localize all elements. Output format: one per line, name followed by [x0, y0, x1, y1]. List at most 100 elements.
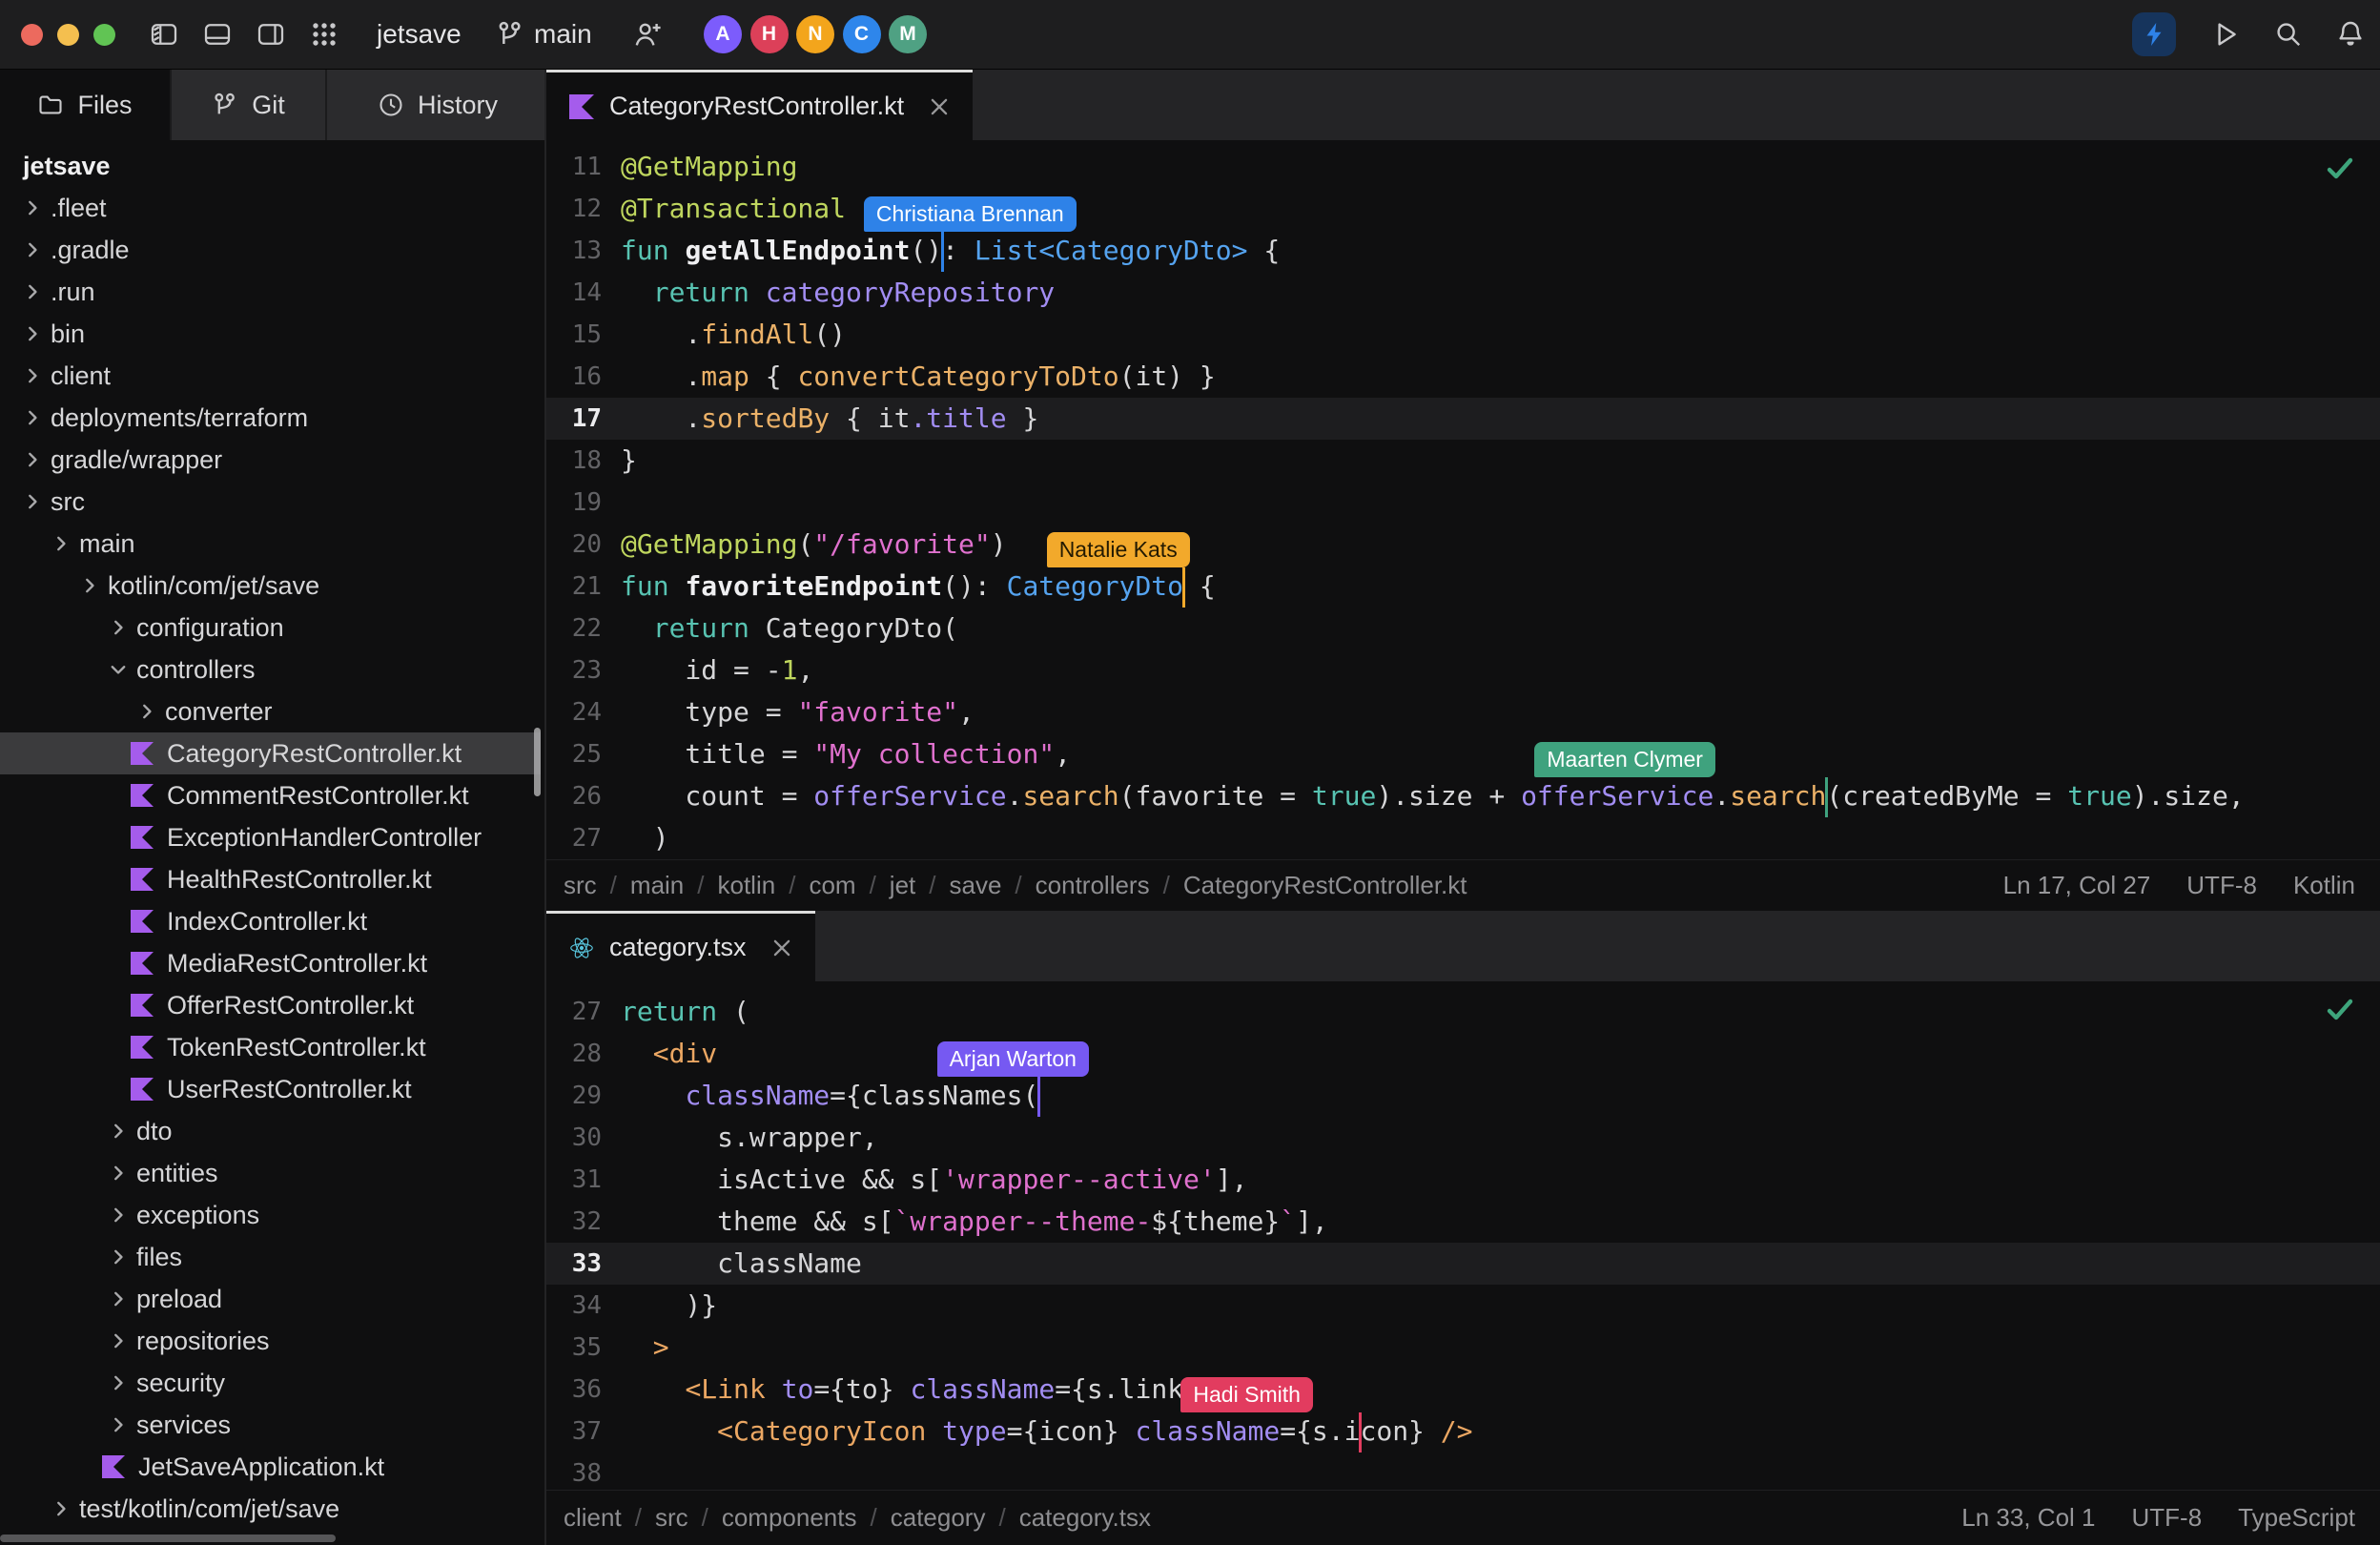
breadcrumb-segment[interactable]: src — [655, 1503, 688, 1533]
chevron-right-icon[interactable] — [108, 1163, 129, 1184]
code-line[interactable]: 22 return CategoryDto( — [546, 608, 2380, 649]
chevron-right-icon[interactable] — [51, 533, 72, 554]
breadcrumb[interactable]: client/src/components/category/category.… — [564, 1503, 1151, 1533]
tree-item-src[interactable]: src — [0, 481, 541, 523]
code-line[interactable]: 21fun favoriteEndpoint(): CategoryDto {N… — [546, 566, 2380, 608]
avatar[interactable]: C — [843, 15, 881, 53]
sidebar-tab-files[interactable]: Files — [0, 70, 170, 140]
chevron-right-icon[interactable] — [22, 365, 43, 386]
code-line[interactable]: 36 <Link to={to} className={s.link}> — [546, 1369, 2380, 1411]
tree-item-offerrestcontroller-kt[interactable]: OfferRestController.kt — [0, 984, 541, 1026]
tree-item-deployments-terraform[interactable]: deployments/terraform — [0, 397, 541, 439]
tree-root[interactable]: jetsave — [0, 145, 541, 187]
breadcrumb-segment[interactable]: jet — [890, 871, 915, 900]
tree-item-converter[interactable]: converter — [0, 690, 541, 732]
code-line[interactable]: 27 ) — [546, 817, 2380, 859]
chevron-right-icon[interactable] — [22, 323, 43, 344]
tree-item-exceptionhandlercontroller[interactable]: ExceptionHandlerController — [0, 816, 541, 858]
toggle-right-panel-icon[interactable] — [256, 20, 285, 49]
chevron-right-icon[interactable] — [108, 1205, 129, 1226]
tree-item-bin[interactable]: bin — [0, 313, 541, 355]
code-line[interactable]: 32 theme && s[`wrapper--theme-${theme}`]… — [546, 1201, 2380, 1243]
tree-item-repositories[interactable]: repositories — [0, 1320, 541, 1362]
chevron-right-icon[interactable] — [108, 1372, 129, 1393]
chevron-right-icon[interactable] — [22, 197, 43, 218]
code-line[interactable]: 25 title = "My collection", — [546, 733, 2380, 775]
tree-item-categoryrestcontroller-kt[interactable]: CategoryRestController.kt — [0, 732, 541, 774]
tree-item-controllers[interactable]: controllers — [0, 649, 541, 690]
chevron-right-icon[interactable] — [108, 1330, 129, 1351]
code-line[interactable]: 26 count = offerService.search(favorite … — [546, 775, 2380, 817]
close-icon[interactable] — [929, 96, 950, 117]
tree-item-gradle-wrapper[interactable]: gradle/wrapper — [0, 439, 541, 481]
tree-item-preload[interactable]: preload — [0, 1278, 541, 1320]
code-line[interactable]: 33 className — [546, 1243, 2380, 1285]
chevron-right-icon[interactable] — [108, 1246, 129, 1267]
tree-item-kotlin-com-jet-save[interactable]: kotlin/com/jet/save — [0, 565, 541, 607]
chevron-right-icon[interactable] — [22, 239, 43, 260]
tree-item-commentrestcontroller-kt[interactable]: CommentRestController.kt — [0, 774, 541, 816]
code-line[interactable]: 27return ( — [546, 991, 2380, 1033]
code-line[interactable]: 14 return categoryRepository — [546, 272, 2380, 314]
sidebar-horizontal-scrollbar[interactable] — [0, 1535, 336, 1542]
tab-category-rest-controller[interactable]: CategoryRestController.kt — [546, 70, 973, 140]
minimize-window-button[interactable] — [57, 24, 79, 46]
code-line[interactable]: 18} — [546, 440, 2380, 482]
avatar[interactable]: N — [796, 15, 834, 53]
code-line[interactable]: 12@Transactional — [546, 188, 2380, 230]
tree-item-tokenrestcontroller-kt[interactable]: TokenRestController.kt — [0, 1026, 541, 1068]
avatar[interactable]: M — [889, 15, 927, 53]
tree-item-files[interactable]: files — [0, 1236, 541, 1278]
tab-category-tsx[interactable]: category.tsx — [546, 911, 815, 981]
code-line[interactable]: 19 — [546, 482, 2380, 524]
status-item[interactable]: Kotlin — [2293, 871, 2355, 900]
apps-grid-icon[interactable] — [310, 20, 339, 49]
close-window-button[interactable] — [21, 24, 43, 46]
breadcrumb-segment[interactable]: category.tsx — [1019, 1503, 1151, 1533]
notifications-bell-icon[interactable] — [2335, 19, 2364, 48]
status-item[interactable]: UTF-8 — [2132, 1503, 2203, 1533]
code-line[interactable]: 29 className={classNames(Arjan Warton — [546, 1075, 2380, 1117]
run-icon[interactable] — [2210, 19, 2239, 48]
tree-item-test-kotlin-com-jet-save[interactable]: test/kotlin/com/jet/save — [0, 1488, 541, 1530]
tree-item-dto[interactable]: dto — [0, 1110, 541, 1152]
status-item[interactable]: UTF-8 — [2186, 871, 2257, 900]
tree-item-jetsaveapplication-kt[interactable]: JetSaveApplication.kt — [0, 1446, 541, 1488]
sidebar-tab-history[interactable]: History — [325, 70, 548, 140]
breadcrumb-segment[interactable]: CategoryRestController.kt — [1183, 871, 1467, 900]
chevron-right-icon[interactable] — [108, 1121, 129, 1142]
status-info[interactable]: Ln 33, Col 1UTF-8TypeScript — [1961, 1503, 2355, 1533]
avatar[interactable]: A — [704, 15, 742, 53]
code-line[interactable]: 23 id = -1, — [546, 649, 2380, 691]
breadcrumb[interactable]: src/main/kotlin/com/jet/save/controllers… — [564, 871, 1467, 900]
breadcrumb-segment[interactable]: controllers — [1036, 871, 1150, 900]
chevron-right-icon[interactable] — [22, 281, 43, 302]
tree-item-security[interactable]: security — [0, 1362, 541, 1404]
tree-item-indexcontroller-kt[interactable]: IndexController.kt — [0, 900, 541, 942]
invite-collaborator-icon[interactable] — [632, 20, 661, 49]
toggle-bottom-panel-icon[interactable] — [203, 20, 232, 49]
tree-item--gradle[interactable]: .gradle — [0, 229, 541, 271]
sidebar-tab-git[interactable]: Git — [170, 70, 325, 140]
code-line[interactable]: 16 .map { convertCategoryToDto(it) } — [546, 356, 2380, 398]
avatar[interactable]: H — [750, 15, 789, 53]
breadcrumb-segment[interactable]: client — [564, 1503, 622, 1533]
search-icon[interactable] — [2273, 19, 2302, 48]
code-line[interactable]: 28 <div — [546, 1033, 2380, 1075]
tree-item--run[interactable]: .run — [0, 271, 541, 313]
code-line[interactable]: 38 — [546, 1452, 2380, 1494]
chevron-right-icon[interactable] — [22, 407, 43, 428]
code-line[interactable]: 11@GetMapping — [546, 146, 2380, 188]
tree-item-exceptions[interactable]: exceptions — [0, 1194, 541, 1236]
breadcrumb-segment[interactable]: save — [950, 871, 1002, 900]
code-line[interactable]: 24 type = "favorite", — [546, 691, 2380, 733]
code-line[interactable]: 15 .findAll() — [546, 314, 2380, 356]
smart-mode-button[interactable] — [2132, 12, 2176, 56]
tree-item-client[interactable]: client — [0, 355, 541, 397]
project-name[interactable]: jetsave — [377, 0, 462, 69]
breadcrumb-segment[interactable]: category — [891, 1503, 986, 1533]
tree-item-services[interactable]: services — [0, 1404, 541, 1446]
chevron-right-icon[interactable] — [22, 449, 43, 470]
sidebar-vertical-scrollbar[interactable] — [534, 728, 541, 796]
tree-item-configuration[interactable]: configuration — [0, 607, 541, 649]
